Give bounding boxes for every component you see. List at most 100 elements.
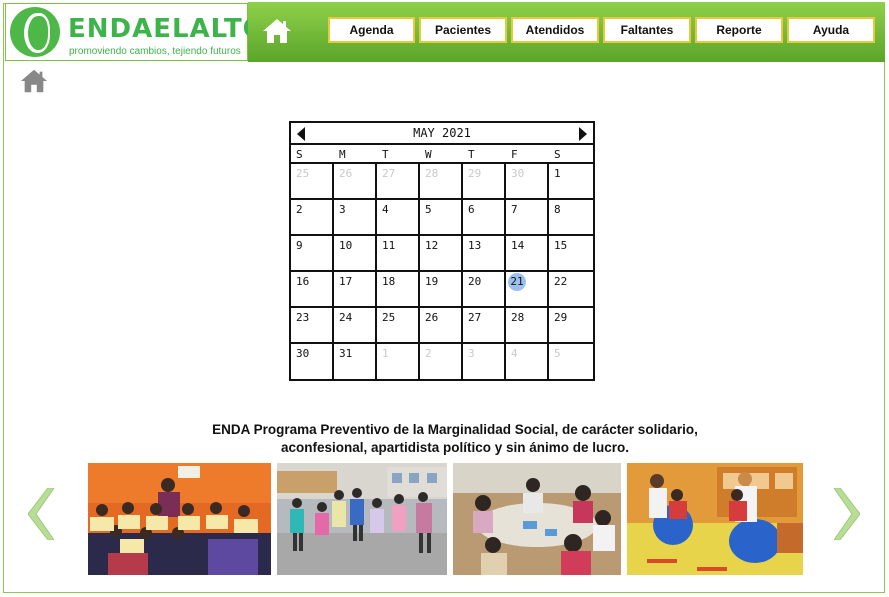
calendar-day-number: 29	[468, 167, 482, 180]
calendar-day[interactable]: 11	[377, 236, 420, 272]
logo-title: ENDAELALTO	[68, 14, 266, 44]
calendar-day-number: 25	[382, 311, 396, 324]
weekday-label: T	[382, 148, 389, 161]
triangle-right-icon[interactable]	[579, 127, 587, 141]
calendar-day[interactable]: 13	[463, 236, 506, 272]
calendar-day-number: 11	[382, 239, 396, 252]
calendar-day-number: 30	[511, 167, 525, 180]
photo-therapy-balls[interactable]	[627, 463, 803, 575]
calendar-day[interactable]: 15	[549, 236, 593, 272]
nav-ayuda-button[interactable]: Ayuda	[787, 17, 875, 43]
calendar-day[interactable]: 28	[506, 308, 549, 344]
calendar-day[interactable]: 28	[420, 164, 463, 200]
description-line-1: ENDA Programa Preventivo de la Marginali…	[212, 422, 698, 437]
calendar-day-number: 4	[382, 203, 389, 216]
calendar-day-number: 21	[508, 273, 526, 291]
calendar-day-number: 5	[554, 347, 561, 360]
calendar-day-number: 12	[425, 239, 439, 252]
photo-children-holding-papers[interactable]	[88, 463, 271, 575]
calendar-day-number: 22	[554, 275, 568, 288]
calendar-day[interactable]: 4	[377, 200, 420, 236]
calendar-day[interactable]: 10	[334, 236, 377, 272]
calendar-day[interactable]: 16	[291, 272, 334, 308]
calendar-day[interactable]: 8	[549, 200, 593, 236]
calendar-day-number: 31	[339, 347, 353, 360]
calendar-day[interactable]: 6	[463, 200, 506, 236]
calendar-day[interactable]: 2	[420, 344, 463, 380]
calendar-day-today[interactable]: 21	[506, 272, 549, 308]
calendar-day[interactable]: 1	[549, 164, 593, 200]
calendar-day[interactable]: 3	[334, 200, 377, 236]
calendar-day[interactable]: 19	[420, 272, 463, 308]
weekday-label: T	[468, 148, 475, 161]
calendar-day[interactable]: 5	[549, 344, 593, 380]
calendar-day-number: 2	[296, 203, 303, 216]
calendar-day[interactable]: 18	[377, 272, 420, 308]
nav-pacientes-button[interactable]: Pacientes	[419, 17, 507, 43]
calendar-day-number: 18	[382, 275, 396, 288]
calendar-day[interactable]: 7	[506, 200, 549, 236]
nav-agenda-button[interactable]: Agenda	[328, 17, 415, 43]
nav-atendidos-button[interactable]: Atendidos	[511, 17, 599, 43]
calendar-day[interactable]: 4	[506, 344, 549, 380]
logo[interactable]: ENDAELALTO promoviendo cambios, tejiendo…	[5, 3, 265, 61]
calendar-day-number: 4	[511, 347, 518, 360]
calendar-day[interactable]: 25	[291, 164, 334, 200]
calendar-day[interactable]: 26	[420, 308, 463, 344]
calendar-day[interactable]: 24	[334, 308, 377, 344]
calendar-day[interactable]: 27	[377, 164, 420, 200]
calendar-day-number: 26	[339, 167, 353, 180]
calendar-day[interactable]: 12	[420, 236, 463, 272]
calendar-day-number: 1	[554, 167, 561, 180]
chevron-right-icon[interactable]	[834, 488, 860, 540]
weekday-label: F	[511, 148, 518, 161]
calendar-day[interactable]: 2	[291, 200, 334, 236]
calendar-day[interactable]: 14	[506, 236, 549, 272]
calendar-day[interactable]: 20	[463, 272, 506, 308]
calendar-day-number: 15	[554, 239, 568, 252]
weekday-label: S	[296, 148, 303, 161]
calendar-day-number: 2	[425, 347, 432, 360]
photo-children-jumping[interactable]	[277, 463, 447, 575]
calendar-day[interactable]: 31	[334, 344, 377, 380]
calendar-day-number: 10	[339, 239, 353, 252]
calendar-day-number: 14	[511, 239, 525, 252]
calendar-day-number: 13	[468, 239, 482, 252]
calendar-day-number: 28	[511, 311, 525, 324]
chevron-left-icon[interactable]	[28, 488, 54, 540]
nav-reporte-button[interactable]: Reporte	[695, 17, 783, 43]
calendar-day-number: 7	[511, 203, 518, 216]
calendar-day[interactable]: 25	[377, 308, 420, 344]
calendar-day[interactable]: 27	[463, 308, 506, 344]
calendar: MAY 2021 SMTWTFS 25 26 27 28 29 30 1 2 3 4 5 6 7 8 9 10…	[289, 121, 595, 381]
organization-description: ENDA Programa Preventivo de la Marginali…	[150, 421, 760, 457]
calendar-day-number: 27	[382, 167, 396, 180]
calendar-day[interactable]: 30	[506, 164, 549, 200]
weekday-label: S	[554, 148, 561, 161]
calendar-day[interactable]: 22	[549, 272, 593, 308]
calendar-day-number: 19	[425, 275, 439, 288]
weekday-label: M	[339, 148, 346, 161]
calendar-day-number: 28	[425, 167, 439, 180]
calendar-day-number: 30	[296, 347, 310, 360]
calendar-day[interactable]: 26	[334, 164, 377, 200]
calendar-day-number: 6	[468, 203, 475, 216]
calendar-day[interactable]: 5	[420, 200, 463, 236]
photo-children-drawing[interactable]	[453, 463, 621, 575]
calendar-day[interactable]: 23	[291, 308, 334, 344]
calendar-day[interactable]: 30	[291, 344, 334, 380]
calendar-day-number: 5	[425, 203, 432, 216]
home-icon[interactable]	[262, 18, 292, 44]
nav-faltantes-button[interactable]: Faltantes	[603, 17, 691, 43]
calendar-day[interactable]: 3	[463, 344, 506, 380]
logo-face-icon	[10, 7, 60, 57]
calendar-day-number: 8	[554, 203, 561, 216]
calendar-day[interactable]: 17	[334, 272, 377, 308]
calendar-day-number: 20	[468, 275, 482, 288]
calendar-day[interactable]: 1	[377, 344, 420, 380]
calendar-day[interactable]: 29	[463, 164, 506, 200]
calendar-day[interactable]: 29	[549, 308, 593, 344]
description-line-2: aconfesional, apartidista político y sin…	[280, 440, 630, 455]
home-icon-secondary[interactable]	[20, 68, 48, 94]
calendar-day[interactable]: 9	[291, 236, 334, 272]
